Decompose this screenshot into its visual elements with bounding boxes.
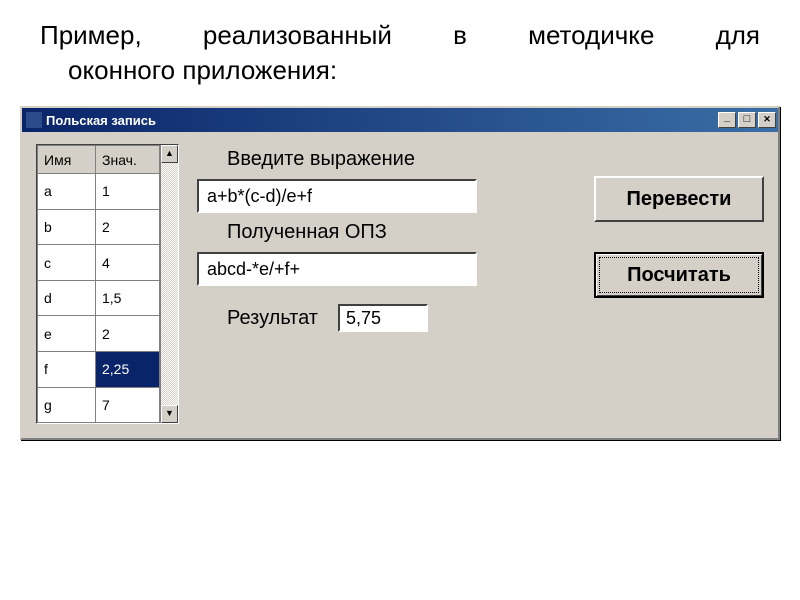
table-row[interactable]: b2 (38, 209, 160, 245)
app-icon (26, 112, 42, 128)
cell-value[interactable]: 2 (96, 209, 160, 245)
button-column: Перевести Посчитать (594, 144, 764, 424)
cell-value[interactable]: 2 (96, 316, 160, 352)
client-area: Имя Знач. a1b2c4d1,5e2f2,25g7 ▲ ▼ Введит… (22, 132, 778, 438)
grid-scrollbar[interactable]: ▲ ▼ (160, 145, 178, 423)
scroll-up-button[interactable]: ▲ (161, 145, 178, 163)
table-row[interactable]: f2,25 (38, 352, 160, 388)
close-button[interactable] (758, 112, 776, 128)
caption-line-2: оконного приложения: (40, 53, 760, 88)
table-row[interactable]: g7 (38, 387, 160, 423)
cell-name[interactable]: e (38, 316, 96, 352)
col-header-value[interactable]: Знач. (96, 146, 160, 174)
table-row[interactable]: d1,5 (38, 280, 160, 316)
table-row[interactable]: a1 (38, 174, 160, 210)
cell-name[interactable]: c (38, 245, 96, 281)
scroll-down-button[interactable]: ▼ (161, 405, 178, 423)
calculate-button[interactable]: Посчитать (594, 252, 764, 298)
cell-value[interactable]: 7 (96, 387, 160, 423)
variables-grid[interactable]: Имя Знач. a1b2c4d1,5e2f2,25g7 ▲ ▼ (36, 144, 179, 424)
maximize-button[interactable] (738, 112, 756, 128)
rpn-output[interactable] (197, 252, 477, 286)
cell-name[interactable]: a (38, 174, 96, 210)
label-enter-expression: Введите выражение (227, 148, 415, 171)
cell-name[interactable]: b (38, 209, 96, 245)
table-row[interactable]: e2 (38, 316, 160, 352)
label-result: Результат (227, 307, 318, 330)
table-row[interactable]: c4 (38, 245, 160, 281)
caption-line-1: Пример, реализованный в методичке для (40, 18, 760, 53)
translate-button[interactable]: Перевести (594, 176, 764, 222)
window-controls (718, 112, 776, 128)
minimize-button[interactable] (718, 112, 736, 128)
scroll-track[interactable] (161, 163, 178, 405)
slide-caption: Пример, реализованный в методичке для ок… (0, 0, 800, 98)
window-title: Польская запись (46, 113, 718, 128)
form-area: Введите выражение Полученная ОПЗ Результ… (197, 144, 576, 424)
cell-name[interactable]: f (38, 352, 96, 388)
app-window: Польская запись Имя Знач. a1b2c4d1,5e2f2… (20, 106, 780, 440)
cell-value[interactable]: 2,25 (96, 352, 160, 388)
cell-name[interactable]: g (38, 387, 96, 423)
col-header-name[interactable]: Имя (38, 146, 96, 174)
expression-input[interactable] (197, 179, 477, 213)
titlebar[interactable]: Польская запись (22, 108, 778, 132)
label-rpn: Полученная ОПЗ (227, 221, 387, 244)
cell-name[interactable]: d (38, 280, 96, 316)
cell-value[interactable]: 1 (96, 174, 160, 210)
result-output: 5,75 (338, 304, 428, 332)
cell-value[interactable]: 4 (96, 245, 160, 281)
cell-value[interactable]: 1,5 (96, 280, 160, 316)
